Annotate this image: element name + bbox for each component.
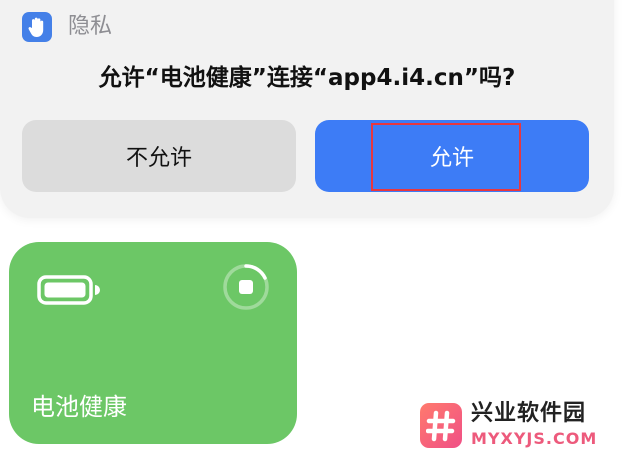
battery-health-shortcut-tile[interactable]: 电池健康 (9, 242, 297, 444)
watermark-brand: 兴业软件园 (471, 401, 587, 426)
allow-button-label: 允许 (429, 146, 474, 171)
screen: 隐私 允许“电池健康”连接“app4.i4.cn”吗? 不允许 允许 电池健康 (0, 0, 623, 463)
stop-progress-icon[interactable] (221, 262, 271, 316)
deny-button-label: 不允许 (125, 146, 192, 171)
deny-button[interactable]: 不允许 (22, 120, 296, 192)
permission-sheet: 隐私 允许“电池健康”连接“app4.i4.cn”吗? 不允许 允许 (0, 0, 614, 218)
raised-hand-icon (22, 12, 52, 42)
privacy-section-label: 隐私 (68, 14, 113, 39)
permission-question: 允许“电池健康”连接“app4.i4.cn”吗? (98, 65, 516, 91)
allow-button[interactable]: 允许 (315, 120, 589, 192)
watermark: 兴业软件园 MYXYJS.COM (420, 400, 620, 456)
battery-full-icon (37, 274, 101, 310)
watermark-url: MYXYJS.COM (471, 429, 598, 448)
hash-logo-icon (420, 403, 462, 448)
shortcut-tile-label: 电池健康 (31, 393, 127, 421)
